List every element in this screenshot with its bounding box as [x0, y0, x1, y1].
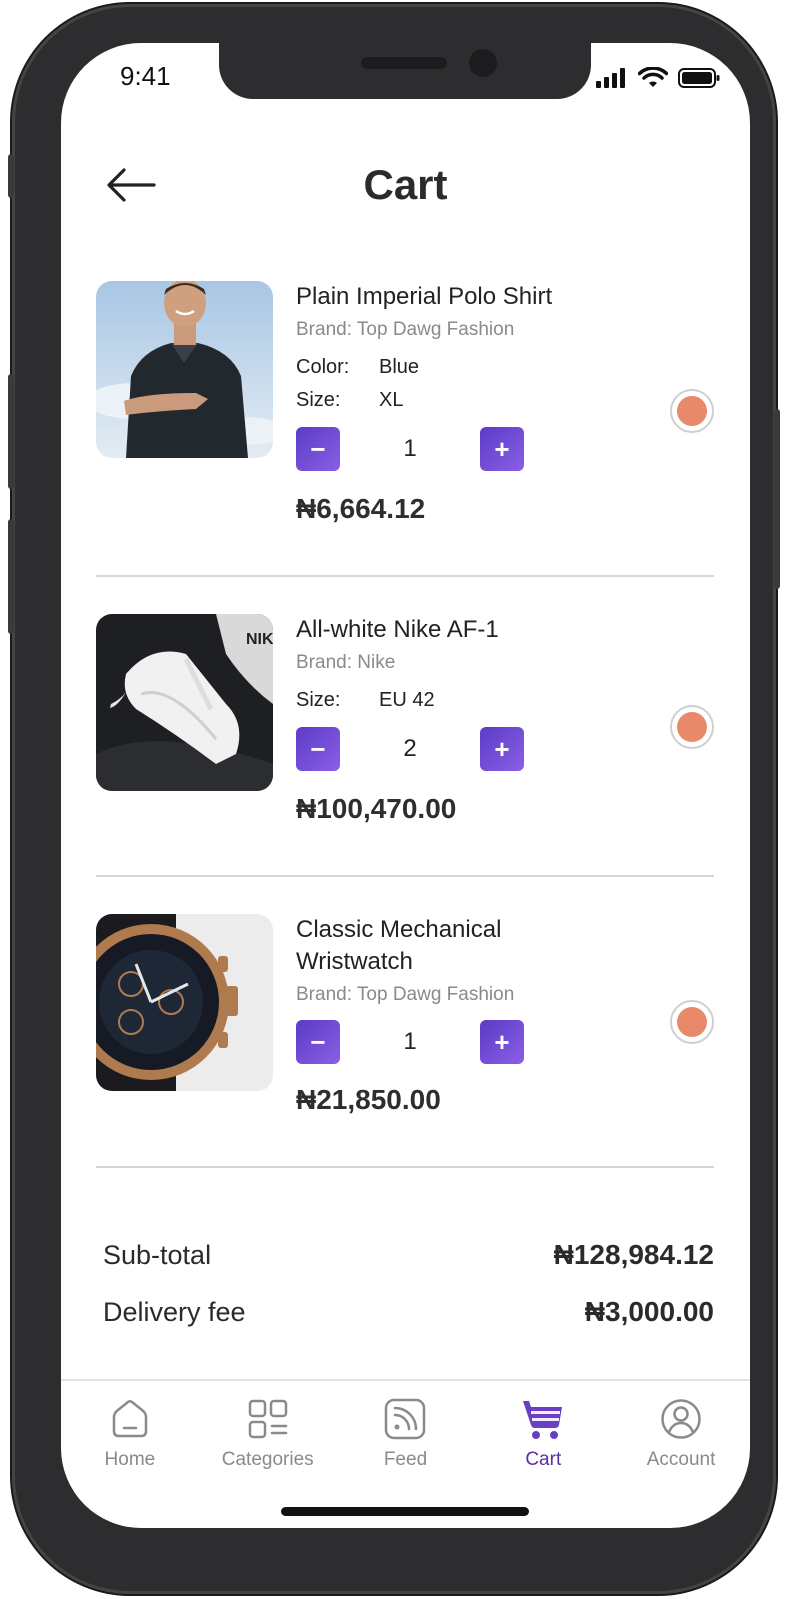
item-price: ₦100,470.00	[296, 793, 457, 824]
size-label: Size:	[296, 689, 341, 711]
increase-quantity-button[interactable]: +	[480, 427, 524, 471]
wristwatch-details: Classic Mechanical Wristwatch Brand: Top…	[296, 914, 636, 1116]
size-value: EU 42	[379, 689, 435, 711]
color-label: Color:	[296, 356, 350, 378]
item-price: ₦21,850.00	[296, 1084, 441, 1115]
item-brand: Brand: Top Dawg Fashion	[296, 319, 515, 340]
account-icon	[661, 1399, 701, 1439]
phone-frame: 9:41 Cart Plain Imperial Polo Shirt Bran…	[8, 4, 780, 1594]
volume-up-button	[8, 374, 14, 489]
radio-selected-dot	[677, 712, 707, 742]
size-spec: Size: EU 42	[296, 684, 636, 717]
decrease-quantity-button[interactable]: −	[296, 727, 340, 771]
cart-item-polo-shirt: Plain Imperial Polo Shirt Brand: Top Daw…	[96, 281, 714, 543]
divider	[96, 575, 714, 577]
quantity-value: 1	[403, 435, 417, 462]
cart-item-nike-af1: NIKE All-white Nike AF-1 Brand: Nike Siz…	[96, 614, 714, 844]
home-icon	[112, 1400, 148, 1438]
phone-screen: 9:41 Cart Plain Imperial Polo Shirt Bran…	[61, 43, 750, 1528]
tab-feed[interactable]: Feed	[337, 1381, 475, 1489]
select-item-radio[interactable]	[670, 705, 714, 749]
radio-selected-dot	[677, 1007, 707, 1037]
increase-quantity-button[interactable]: +	[480, 727, 524, 771]
item-brand: Brand: Nike	[296, 652, 396, 673]
notch	[219, 43, 591, 99]
power-button	[774, 409, 780, 589]
decrease-quantity-button[interactable]: −	[296, 1020, 340, 1064]
silent-switch	[8, 154, 14, 198]
subtotal-label: Sub-total	[103, 1239, 212, 1270]
svg-text:NIKE: NIKE	[246, 631, 273, 648]
cart-icon	[523, 1401, 563, 1439]
quantity-stepper: − 1 +	[296, 427, 636, 471]
item-price: ₦6,664.12	[296, 493, 426, 524]
home-indicator[interactable]	[281, 1507, 529, 1516]
delivery-fee-value: ₦3,000.00	[584, 1296, 714, 1327]
subtotal-value: ₦128,984.12	[553, 1239, 714, 1270]
delivery-fee-label: Delivery fee	[103, 1296, 246, 1327]
select-item-radio[interactable]	[670, 389, 714, 433]
size-label: Size:	[296, 389, 341, 411]
quantity-stepper: − 1 +	[296, 1020, 636, 1064]
tab-account[interactable]: Account	[612, 1381, 750, 1489]
item-name-line-1: Classic Mechanical	[296, 916, 502, 943]
nike-af1-image[interactable]: NIKE	[96, 614, 273, 791]
subtotal-row: Sub-total ₦128,984.12	[103, 1239, 714, 1271]
polo-shirt-details: Plain Imperial Polo Shirt Brand: Top Daw…	[296, 281, 636, 525]
item-brand: Brand: Top Dawg Fashion	[296, 984, 515, 1005]
status-time: 9:41	[120, 61, 171, 91]
nike-af1-details: All-white Nike AF-1 Brand: Nike Size: EU…	[296, 614, 636, 825]
decrease-quantity-button[interactable]: −	[296, 427, 340, 471]
delivery-fee-row: Delivery fee ₦3,000.00	[103, 1296, 714, 1328]
color-spec: Color: Blue	[296, 351, 636, 384]
quantity-value: 1	[403, 1028, 417, 1055]
tab-cart[interactable]: Cart	[474, 1381, 612, 1489]
page-title: Cart	[363, 161, 448, 208]
signal-icon	[596, 68, 625, 88]
tab-label: Cart	[525, 1449, 562, 1470]
bottom-tab-bar: Home Categories Feed Cart Account	[61, 1379, 750, 1489]
tab-label: Home	[104, 1449, 156, 1470]
wristwatch-image[interactable]	[96, 914, 273, 1091]
quantity-value: 2	[403, 735, 417, 762]
feed-icon	[385, 1398, 426, 1440]
select-item-radio[interactable]	[670, 1000, 714, 1044]
item-name: Plain Imperial Polo Shirt	[296, 283, 553, 310]
tab-label: Account	[646, 1449, 716, 1470]
item-name-line-2: Wristwatch	[296, 948, 413, 975]
watch-photo	[96, 914, 273, 1091]
divider	[96, 875, 714, 877]
size-value: XL	[379, 389, 404, 411]
wifi-icon	[638, 67, 668, 87]
size-spec: Size: XL	[296, 384, 636, 417]
color-value: Blue	[379, 356, 420, 378]
top-bar: Cart	[61, 155, 750, 215]
cart-item-wristwatch: Classic Mechanical Wristwatch Brand: Top…	[96, 914, 714, 1144]
tab-categories[interactable]: Categories	[199, 1381, 337, 1489]
divider	[96, 1166, 714, 1168]
polo-shirt-image[interactable]	[96, 281, 273, 458]
tab-home[interactable]: Home	[61, 1381, 199, 1489]
speaker-grille	[361, 57, 447, 69]
quantity-stepper: − 2 +	[296, 727, 636, 771]
radio-selected-dot	[677, 396, 707, 426]
volume-down-button	[8, 519, 14, 634]
increase-quantity-button[interactable]: +	[480, 1020, 524, 1064]
sneaker-photo: NIKE	[96, 614, 273, 791]
item-name: All-white Nike AF-1	[296, 616, 499, 643]
tab-label: Feed	[383, 1449, 428, 1470]
polo-shirt-photo	[96, 281, 273, 458]
tab-label: Categories	[221, 1449, 314, 1470]
categories-icon	[248, 1399, 287, 1439]
battery-icon	[678, 68, 720, 88]
status-icons	[596, 67, 720, 89]
front-camera	[469, 49, 497, 77]
